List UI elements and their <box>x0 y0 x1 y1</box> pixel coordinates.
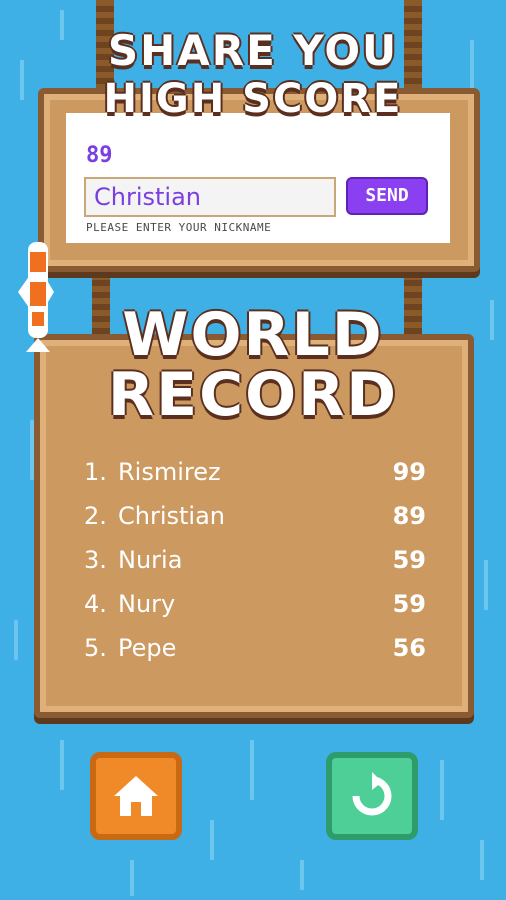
leaderboard-row: 2. Christian 89 <box>84 502 426 536</box>
player-score: 56 <box>392 634 426 662</box>
share-title-line2: HIGH SCORE <box>103 76 403 122</box>
replay-button[interactable] <box>326 752 418 840</box>
leaderboard-row: 5. Pepe 56 <box>84 634 426 668</box>
koi-fish-image <box>8 232 72 356</box>
nickname-input[interactable] <box>84 177 336 217</box>
share-panel: 89 SEND PLEASE ENTER YOUR NICKNAME <box>66 113 450 243</box>
replay-icon <box>352 772 392 816</box>
rank: 1. <box>84 458 107 486</box>
rank: 4. <box>84 590 107 618</box>
home-button[interactable] <box>90 752 182 840</box>
player-score: 89 <box>392 502 426 530</box>
player-name: Pepe <box>118 634 177 662</box>
player-score: 59 <box>392 546 426 574</box>
player-score: 59 <box>392 590 426 618</box>
record-title-line2: RECORD <box>107 360 399 430</box>
share-title-line1: SHARE YOU <box>107 26 399 75</box>
rank: 5. <box>84 634 107 662</box>
rank: 2. <box>84 502 107 530</box>
leaderboard-row: 3. Nuria 59 <box>84 546 426 580</box>
send-button[interactable]: SEND <box>346 177 428 215</box>
rank: 3. <box>84 546 107 574</box>
player-score: 99 <box>392 458 426 486</box>
player-name: Christian <box>118 502 226 530</box>
leaderboard-row: 4. Nury 59 <box>84 590 426 624</box>
player-name: Rismirez <box>118 458 221 486</box>
leaderboard-row: 1. Rismirez 99 <box>84 458 426 492</box>
player-name: Nuria <box>118 546 183 574</box>
current-score: 89 <box>86 143 113 168</box>
home-icon <box>114 776 158 816</box>
player-name: Nury <box>118 590 176 618</box>
nickname-hint: PLEASE ENTER YOUR NICKNAME <box>86 221 272 234</box>
